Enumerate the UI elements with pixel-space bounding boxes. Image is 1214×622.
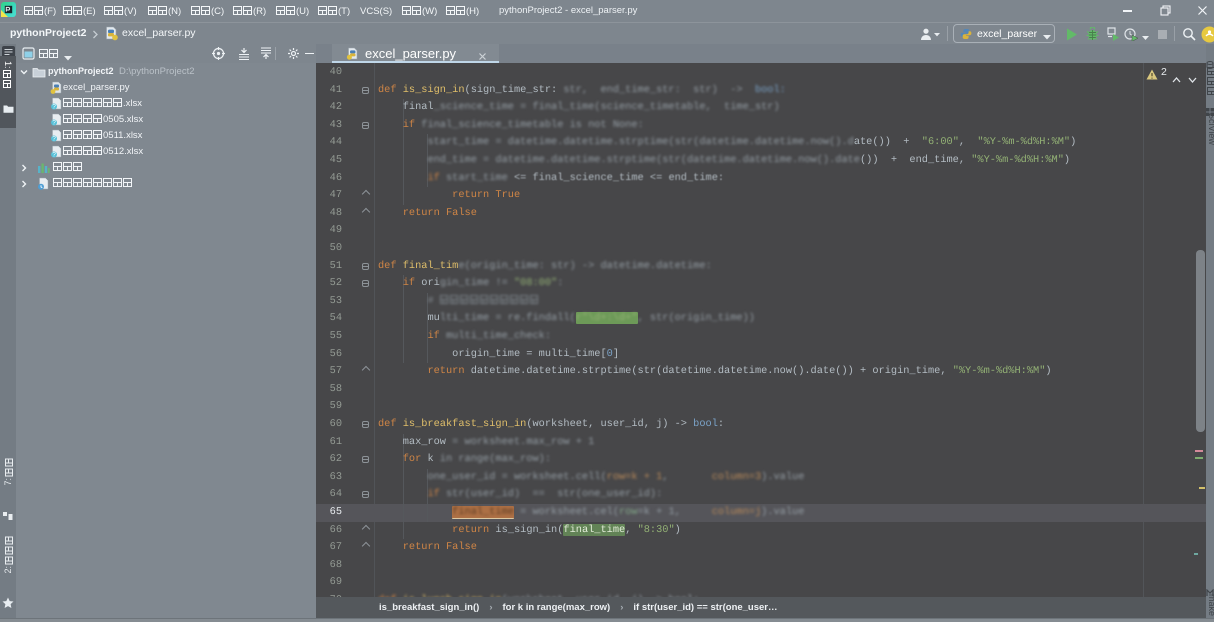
svg-text:?: ? [52, 104, 56, 110]
svg-text:?: ? [52, 136, 56, 142]
svg-text:?: ? [52, 120, 56, 126]
svg-text:?: ? [52, 152, 56, 158]
